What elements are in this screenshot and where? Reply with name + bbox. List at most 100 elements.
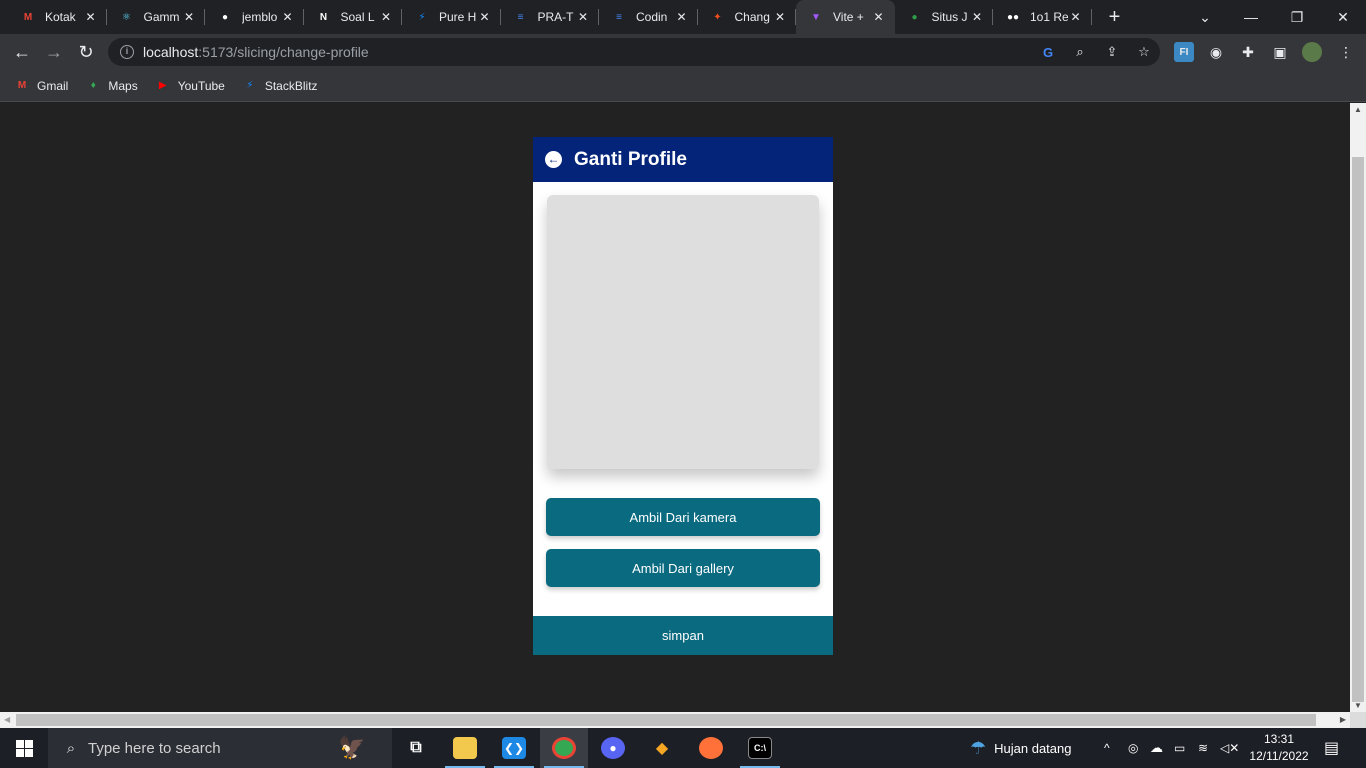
terminal-button[interactable]: C:\	[736, 728, 784, 768]
weather-text: Hujan datang	[994, 740, 1072, 756]
browser-tab[interactable]: ● jemblo ✕	[205, 0, 304, 34]
vscode-button[interactable]: ❮❯	[490, 728, 538, 768]
notifications-icon[interactable]: ▤	[1324, 728, 1339, 768]
zoom-icon[interactable]: ⌕	[1072, 44, 1088, 60]
tab-close-icon[interactable]: ✕	[969, 9, 985, 25]
tab-close-icon[interactable]: ✕	[280, 9, 296, 25]
extension-fi-icon[interactable]: FI	[1174, 42, 1194, 62]
bookmark-item[interactable]: ♦ Maps	[85, 78, 138, 94]
windows-taskbar: ⌕ Type here to search 🦅 ⧉ ❮❯ ● ◆ C:\ ☂ H…	[0, 728, 1366, 768]
medium-icon: ●●	[1006, 11, 1020, 23]
minimize-button[interactable]: —	[1228, 0, 1274, 34]
site-info-icon[interactable]: i	[120, 45, 134, 59]
bookmark-item[interactable]: ▶ YouTube	[155, 78, 225, 94]
show-hidden-icons[interactable]: ^	[1104, 728, 1110, 768]
scrollbar-corner	[1350, 712, 1366, 728]
volume-muted-icon[interactable]: ◁✕	[1220, 728, 1239, 768]
tab-close-icon[interactable]: ✕	[871, 9, 887, 25]
tab-close-icon[interactable]: ✕	[181, 9, 197, 25]
tab-title: Kotak	[45, 10, 76, 24]
save-button[interactable]: simpan	[533, 616, 833, 655]
browser-tab[interactable]: ●● 1o1 Re ✕	[993, 0, 1092, 34]
tab-close-icon[interactable]: ✕	[575, 9, 591, 25]
camera-extension-icon[interactable]: ◉	[1206, 42, 1226, 62]
profile-avatar-icon[interactable]	[1302, 42, 1322, 62]
eagle-illustration-icon: 🦅	[338, 735, 366, 760]
side-panel-icon[interactable]: ▣	[1270, 42, 1290, 62]
vertical-scroll-thumb[interactable]	[1352, 157, 1364, 702]
horizontal-scrollbar[interactable]: ◀ ▶	[0, 712, 1350, 728]
share-icon[interactable]: ⇪	[1104, 44, 1120, 60]
tab-close-icon[interactable]: ✕	[674, 9, 690, 25]
gallery-button[interactable]: Ambil Dari gallery	[546, 549, 820, 587]
chrome-button[interactable]	[540, 728, 588, 768]
bookmark-star-icon[interactable]: ☆	[1136, 44, 1152, 60]
bookmark-item[interactable]: M Gmail	[14, 78, 69, 94]
notion-icon: N	[319, 11, 328, 23]
extensions-puzzle-icon[interactable]: ✚	[1238, 42, 1258, 62]
browser-tab[interactable]: N Soal L ✕	[304, 0, 402, 34]
battery-icon[interactable]: ▭	[1174, 728, 1185, 768]
tab-close-icon[interactable]: ✕	[83, 9, 99, 25]
browser-tab[interactable]: ● Situs J ✕	[895, 0, 993, 34]
browser-tab[interactable]: M Kotak ✕	[8, 0, 107, 34]
browser-tab[interactable]: ⚛ Gamm ✕	[107, 0, 205, 34]
browser-tab[interactable]: ✦ Chang ✕	[698, 0, 796, 34]
tab-close-icon[interactable]: ✕	[772, 9, 788, 25]
bookmark-label: StackBlitz	[264, 78, 318, 93]
rain-umbrella-icon: ☂	[970, 737, 987, 758]
scroll-left-icon[interactable]: ◀	[4, 715, 10, 724]
meet-now-icon[interactable]: ◎	[1128, 728, 1138, 768]
docs-icon: ≡	[616, 11, 622, 23]
firefox-button[interactable]	[687, 728, 735, 768]
git-icon: ◆	[655, 740, 669, 757]
browser-tab[interactable]: ⚡ Pure H ✕	[402, 0, 501, 34]
tab-title: Chang	[734, 10, 770, 24]
url-path: :5173/slicing/change-profile	[198, 44, 369, 60]
browser-tab[interactable]: ≡ Codin ✕	[599, 0, 698, 34]
forward-arrow-icon[interactable]: →	[40, 38, 68, 66]
browser-tab[interactable]: ▼ Vite + ✕	[796, 0, 895, 34]
close-window-button[interactable]: ✕	[1320, 0, 1366, 34]
weather-widget[interactable]: ☂ Hujan datang	[970, 728, 1071, 768]
onedrive-icon[interactable]: ☁	[1150, 728, 1163, 768]
scroll-down-icon[interactable]: ▼	[1354, 701, 1362, 710]
back-arrow-icon[interactable]: ←	[545, 151, 562, 168]
scroll-right-icon[interactable]: ▶	[1340, 715, 1346, 724]
google-lens-icon[interactable]: G	[1040, 44, 1056, 60]
tab-separator	[1090, 9, 1092, 25]
restore-button[interactable]: ❐	[1274, 0, 1320, 34]
start-button[interactable]	[0, 728, 48, 768]
tab-close-icon[interactable]: ✕	[1068, 9, 1084, 25]
vertical-scrollbar[interactable]: ▲ ▼	[1350, 103, 1366, 712]
maps-icon: ♦	[90, 80, 96, 91]
app-header: ← Ganti Profile	[533, 137, 833, 182]
tab-title: 1o1 Re	[1030, 10, 1068, 24]
tab-title: Gamm	[143, 10, 180, 24]
browser-tab[interactable]: ≡ PRA-T ✕	[501, 0, 599, 34]
horizontal-scroll-thumb[interactable]	[16, 714, 1316, 726]
tab-search-icon[interactable]: ⌄	[1182, 0, 1228, 34]
bookmark-item[interactable]: ⚡ StackBlitz	[242, 78, 318, 94]
address-bar[interactable]: i localhost:5173/slicing/change-profile …	[108, 38, 1160, 66]
tab-close-icon[interactable]: ✕	[477, 9, 493, 25]
git-app-button[interactable]: ◆	[638, 728, 686, 768]
url-text[interactable]: localhost:5173/slicing/change-profile	[143, 44, 369, 60]
stackblitz-icon: ⚡	[418, 11, 426, 23]
back-arrow-icon[interactable]: ←	[8, 38, 36, 66]
camera-button[interactable]: Ambil Dari kamera	[546, 498, 820, 536]
tab-close-icon[interactable]: ✕	[378, 9, 394, 25]
scroll-up-icon[interactable]: ▲	[1354, 105, 1362, 114]
reload-icon[interactable]: ↻	[72, 38, 100, 66]
vite-icon: ▼	[811, 11, 821, 23]
page-viewport: ← Ganti Profile Ambil Dari kamera Ambil …	[0, 103, 1350, 712]
taskbar-search[interactable]: ⌕ Type here to search 🦅	[48, 728, 392, 768]
menu-dots-icon[interactable]: ⋮	[1336, 42, 1356, 62]
change-profile-screen: ← Ganti Profile Ambil Dari kamera Ambil …	[533, 137, 833, 655]
system-clock[interactable]: 13:31 12/11/2022	[1244, 731, 1314, 765]
task-view-button[interactable]: ⧉	[392, 728, 440, 768]
new-tab-button[interactable]: +	[1098, 0, 1132, 34]
discord-button[interactable]: ●	[589, 728, 637, 768]
wifi-icon[interactable]: ≋	[1198, 728, 1208, 768]
file-explorer-button[interactable]	[441, 728, 489, 768]
